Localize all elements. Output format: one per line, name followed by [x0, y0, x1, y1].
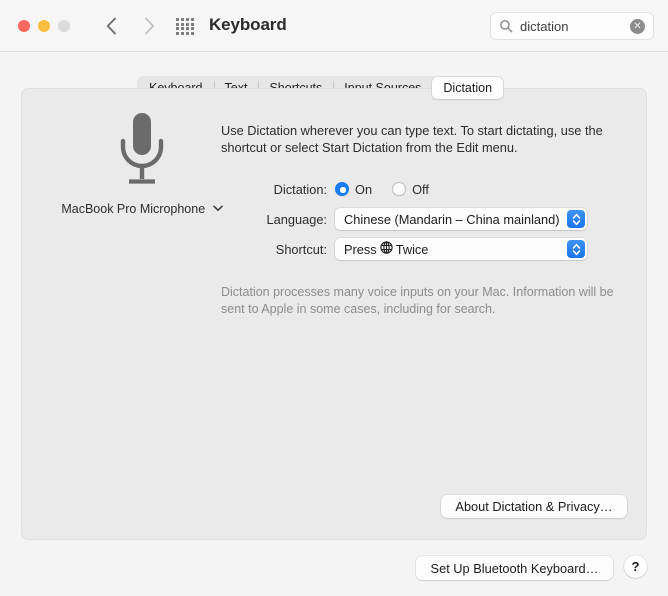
dictation-toggle-row: Dictation: On Off	[22, 174, 646, 204]
about-dictation-privacy-button[interactable]: About Dictation & Privacy…	[441, 495, 627, 518]
globe-icon	[380, 241, 393, 257]
radio-off-indicator[interactable]	[392, 182, 407, 196]
search-input[interactable]: dictation	[520, 19, 630, 34]
shortcut-dropdown[interactable]: Press Twice	[335, 238, 587, 260]
navigation-arrows	[100, 13, 160, 39]
dictation-form: Dictation: On Off Language: Chinese (Man…	[22, 174, 646, 264]
dictation-radio-on[interactable]: On	[335, 182, 372, 197]
language-value: Chinese (Mandarin – China mainland)	[344, 211, 560, 227]
language-row: Language: Chinese (Mandarin – China main…	[22, 204, 646, 234]
dictation-label: Dictation:	[273, 181, 327, 197]
chevron-updown-icon[interactable]	[567, 240, 585, 258]
radio-off-label: Off	[412, 181, 429, 197]
forward-button[interactable]	[138, 13, 160, 39]
back-button[interactable]	[100, 13, 122, 39]
chevron-updown-icon[interactable]	[567, 210, 585, 228]
window-titlebar: Keyboard dictation ✕	[0, 0, 668, 52]
shortcut-value-suffix: Twice	[395, 241, 429, 257]
search-field[interactable]: dictation ✕	[490, 12, 654, 40]
dictation-radio-off[interactable]: Off	[392, 182, 429, 197]
privacy-note: Dictation processes many voice inputs on…	[221, 285, 614, 316]
dictation-description: Use Dictation wherever you can type text…	[221, 123, 603, 155]
page-title: Keyboard	[209, 15, 287, 34]
setup-bluetooth-keyboard-button[interactable]: Set Up Bluetooth Keyboard…	[416, 556, 613, 580]
traffic-lights	[18, 20, 70, 32]
shortcut-row: Shortcut: Press Twice	[22, 234, 646, 264]
grid-apps-icon[interactable]	[176, 18, 195, 35]
zoom-window-button[interactable]	[58, 20, 70, 32]
close-window-button[interactable]	[18, 20, 30, 32]
radio-on-label: On	[355, 181, 373, 197]
shortcut-label: Shortcut:	[275, 241, 327, 257]
dictation-settings-panel: MacBook Pro Microphone Use Dictation whe…	[21, 88, 647, 540]
dictation-radio-group: On Off	[335, 182, 429, 197]
help-button[interactable]: ?	[624, 555, 647, 578]
tab-label: Dictation	[443, 81, 493, 95]
clear-search-icon[interactable]: ✕	[630, 18, 645, 34]
search-icon	[499, 19, 513, 33]
radio-on-indicator[interactable]	[335, 182, 349, 196]
minimize-window-button[interactable]	[38, 20, 50, 32]
tab-dictation[interactable]: Dictation	[432, 77, 504, 99]
shortcut-value-prefix: Press	[344, 241, 377, 257]
language-label: Language:	[266, 211, 328, 227]
language-dropdown[interactable]: Chinese (Mandarin – China mainland)	[335, 208, 587, 230]
